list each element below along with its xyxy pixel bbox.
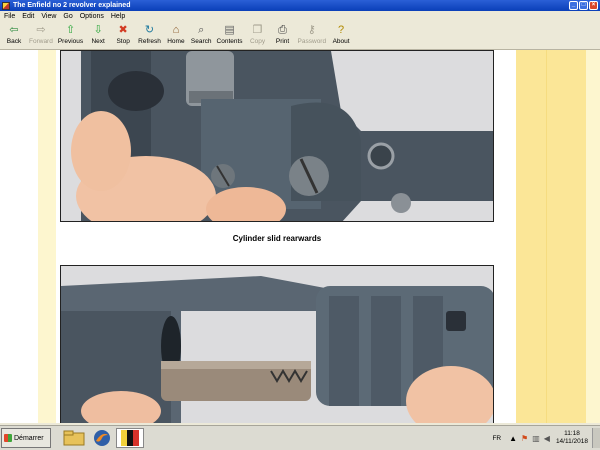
clock[interactable]: 11:18 14/11/2018 xyxy=(556,430,588,446)
about-icon: ? xyxy=(338,24,345,36)
next-arrow-icon: ⇩ xyxy=(93,24,103,36)
menu-options[interactable]: Options xyxy=(77,13,107,20)
toolbar-button-label: Next xyxy=(91,38,105,45)
windows-logo-icon xyxy=(4,434,12,442)
toolbar-button-label: Search xyxy=(190,38,212,45)
home-icon: ⌂ xyxy=(172,24,180,36)
page-margin-left xyxy=(0,50,38,423)
chevron-up-icon[interactable]: ▲ xyxy=(509,434,517,443)
menu-help[interactable]: Help xyxy=(108,13,128,20)
network-icon[interactable]: ▥ xyxy=(532,434,540,443)
maximize-icon[interactable]: □ xyxy=(579,1,588,10)
menu-edit[interactable]: Edit xyxy=(19,13,37,20)
contents-icon: ▤ xyxy=(224,24,235,36)
toolbar-button-label: Password xyxy=(297,38,327,45)
toolbar-home-button[interactable]: ⌂ Home xyxy=(166,22,186,45)
revolver-photo-cylinder xyxy=(60,50,494,222)
system-tray: FR ▲ ⚑ ▥ ◀ 11:18 14/11/2018 xyxy=(492,428,600,448)
content-pane[interactable]: Cylinder slid rearwards xyxy=(0,50,600,423)
stop-icon: ✖ xyxy=(118,24,128,36)
toolbar-button-label: About xyxy=(332,38,350,45)
toolbar-back-button[interactable]: ⇦ Back xyxy=(4,22,24,45)
clock-time: 11:18 xyxy=(564,430,580,437)
toolbar-previous-button[interactable]: ⇧ Previous xyxy=(58,22,83,45)
page-stripe-left xyxy=(38,50,56,423)
taskbar: Démarrer FR ▲ ⚑ ▥ ◀ 11:18 14/11/2018 xyxy=(0,425,600,450)
volume-icon[interactable]: ◀ xyxy=(544,434,550,443)
page-stripe-right-2 xyxy=(546,50,586,423)
toolbar-button-label: Print xyxy=(275,38,290,45)
flag-notification-icon[interactable]: ⚑ xyxy=(521,434,528,443)
app-icon xyxy=(2,1,10,10)
browser-icon[interactable] xyxy=(88,428,116,448)
toolbar-button-label: Forward xyxy=(29,38,53,45)
back-arrow-icon: ⇦ xyxy=(9,24,19,36)
refresh-icon: ↻ xyxy=(144,24,155,36)
toolbar-button-label: Stop xyxy=(116,38,130,45)
toolbar-copy-button: ❐ Copy xyxy=(248,22,268,45)
help-viewer-task-icon[interactable] xyxy=(116,428,144,448)
show-desktop-button[interactable] xyxy=(592,428,600,448)
copy-icon: ❐ xyxy=(252,24,263,36)
toolbar: ⇦ Back ⇨ Forward ⇧ Previous ⇩ Next ✖ Stop ↻ Refresh… xyxy=(0,22,600,50)
start-label: Démarrer xyxy=(14,434,44,442)
language-indicator[interactable]: FR xyxy=(492,435,501,442)
toolbar-refresh-button[interactable]: ↻ Refresh xyxy=(138,22,161,45)
toolbar-search-button[interactable]: ⌕ Search xyxy=(191,22,212,45)
print-icon: ⎙ xyxy=(278,24,287,36)
toolbar-button-label: Contents xyxy=(216,38,243,45)
window-title: The Enfield no 2 revolver explained xyxy=(13,2,131,9)
menu-file[interactable]: File xyxy=(1,13,18,20)
toolbar-forward-button: ⇨ Forward xyxy=(29,22,53,45)
menu-go[interactable]: Go xyxy=(60,13,75,20)
previous-arrow-icon: ⇧ xyxy=(65,24,76,36)
revolver-photo-spring xyxy=(60,265,494,423)
toolbar-button-label: Home xyxy=(167,38,185,45)
file-explorer-icon[interactable] xyxy=(60,428,88,448)
clock-date: 14/11/2018 xyxy=(555,438,588,445)
start-button[interactable]: Démarrer xyxy=(1,428,51,448)
page-stripe-right xyxy=(516,50,546,423)
toolbar-stop-button[interactable]: ✖ Stop xyxy=(113,22,133,45)
toolbar-button-label: Previous xyxy=(57,38,84,45)
toolbar-about-button[interactable]: ? About xyxy=(331,22,351,45)
toolbar-print-button[interactable]: ⎙ Print xyxy=(273,22,293,45)
help-viewer-window: The Enfield no 2 revolver explained _ □ … xyxy=(0,0,600,425)
close-icon[interactable]: × xyxy=(589,1,598,10)
key-icon: ⚷ xyxy=(307,24,316,36)
menu-view[interactable]: View xyxy=(38,13,59,20)
search-icon: ⌕ xyxy=(198,24,205,36)
toolbar-next-button[interactable]: ⇩ Next xyxy=(88,22,108,45)
forward-arrow-icon: ⇨ xyxy=(36,24,46,36)
minimize-icon[interactable]: _ xyxy=(569,1,578,10)
menu-bar: File Edit View Go Options Help xyxy=(0,11,600,22)
page-stripe-right-3 xyxy=(586,50,600,423)
toolbar-contents-button[interactable]: ▤ Contents xyxy=(217,22,243,45)
toolbar-button-label: Back xyxy=(6,38,22,45)
photo-caption: Cylinder slid rearwards xyxy=(232,234,322,243)
toolbar-button-label: Refresh xyxy=(138,38,161,45)
toolbar-button-label: Copy xyxy=(249,38,266,45)
title-bar[interactable]: The Enfield no 2 revolver explained _ □ … xyxy=(0,0,600,11)
toolbar-password-button: ⚷ Password xyxy=(298,22,327,45)
